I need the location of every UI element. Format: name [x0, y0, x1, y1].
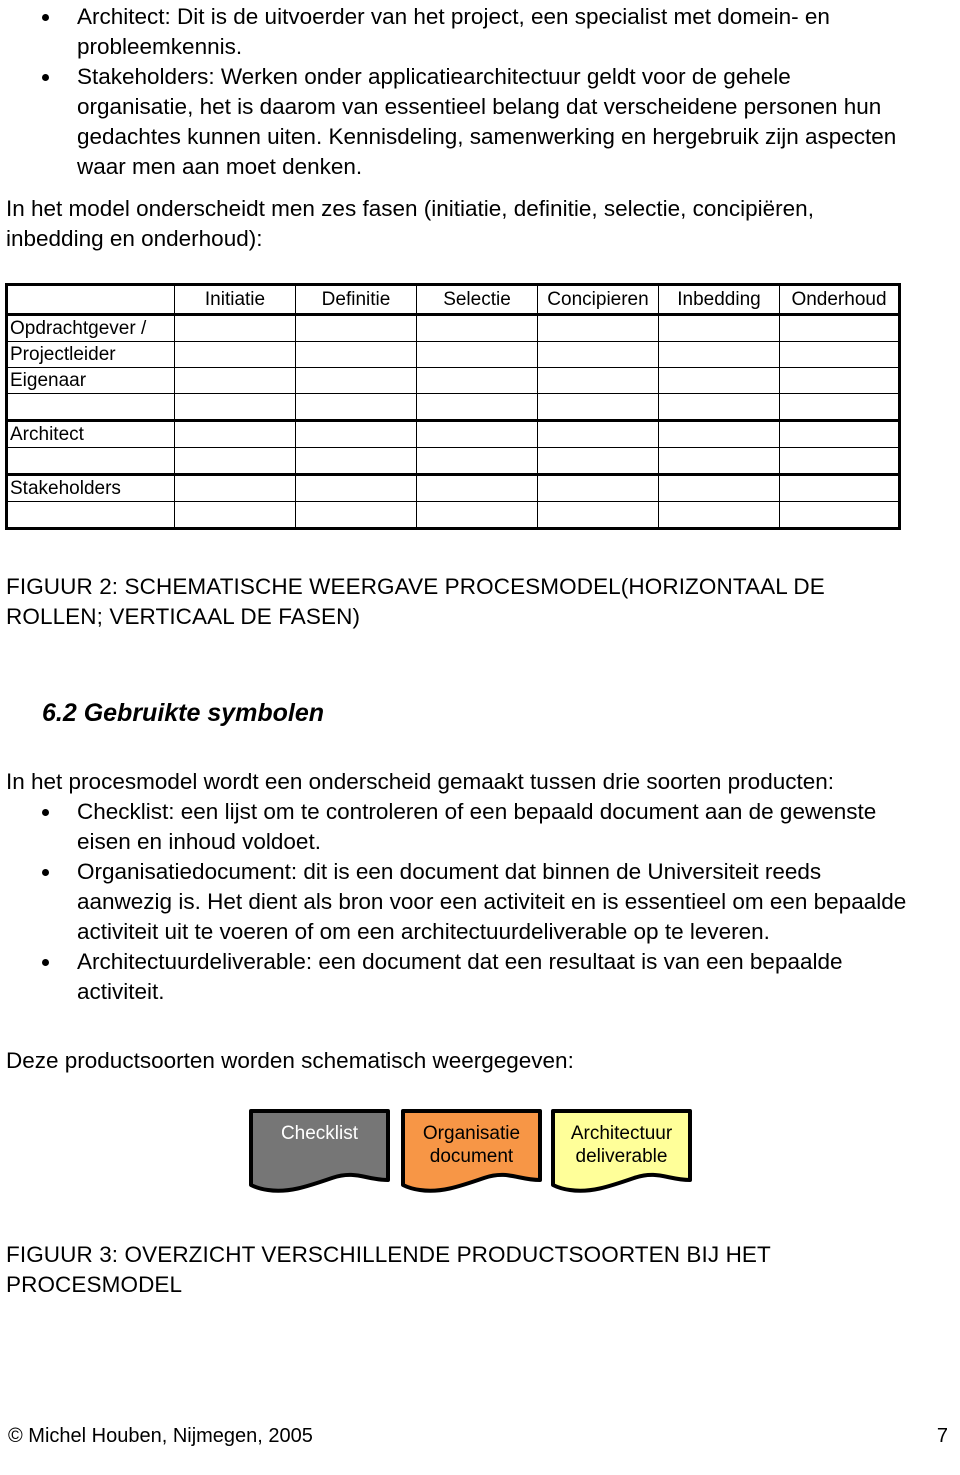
table-cell: [416, 367, 538, 394]
table-cell: [174, 420, 296, 448]
table-cell: [658, 314, 780, 342]
table-row: Eigenaar: [5, 367, 901, 394]
table-cell: [537, 447, 659, 476]
table-cell: [416, 474, 538, 502]
table-cell: [174, 314, 296, 342]
table-cell: [537, 367, 659, 394]
table-column-header: Definitie: [295, 283, 417, 316]
table-row: [5, 447, 901, 476]
document-shape-icon: [249, 1109, 390, 1193]
list-item: Architectuurdeliverable: een document da…: [32, 947, 922, 1007]
table-row-label: Stakeholders: [5, 474, 175, 502]
table-cell: [658, 341, 780, 368]
table-cell: [295, 367, 417, 394]
table-row-label: [5, 393, 175, 422]
table-cell: [416, 447, 538, 476]
table-column-header: Selectie: [416, 283, 538, 316]
roles-bullet-list: Architect: Dit is de uitvoerder van het …: [32, 2, 912, 182]
table-cell: [779, 447, 901, 476]
table-cell: [174, 474, 296, 502]
table-header-row: Initiatie Definitie Selectie Concipieren Inb…: [5, 283, 901, 316]
table-cell: [779, 367, 901, 394]
table-cell: [779, 393, 901, 422]
table-row: [5, 393, 901, 422]
list-item: Stakeholders: Werken onder applicatiearc…: [32, 62, 912, 182]
table-row: [5, 501, 901, 530]
table-cell: [295, 474, 417, 502]
table-cell: [174, 341, 296, 368]
symbol-checklist: Checklist: [248, 1108, 391, 1196]
table-row-label: [5, 447, 175, 476]
symbol-organisatiedocument: Organisatie document: [400, 1108, 543, 1196]
figure-2-caption: FIGUUR 2: SCHEMATISCHE WEERGAVE PROCESMO…: [6, 574, 825, 629]
table-row-label: Eigenaar: [5, 367, 175, 394]
list-item: Architect: Dit is de uitvoerder van het …: [32, 2, 912, 62]
table-cell: [537, 420, 659, 448]
list-item: Organisatiedocument: dit is een document…: [32, 857, 922, 947]
table-cell: [779, 341, 901, 368]
table-cell: [779, 420, 901, 448]
table-corner-cell: [5, 283, 175, 316]
table-row: Architect: [5, 420, 901, 448]
table-cell: [658, 447, 780, 476]
table-row: Stakeholders: [5, 474, 901, 502]
symbol-architectuurdeliverable: Architectuur deliverable: [550, 1108, 693, 1196]
table-cell: [174, 393, 296, 422]
table-cell: [779, 474, 901, 502]
table-cell: [174, 447, 296, 476]
table-cell: [658, 420, 780, 448]
table-column-header: Initiatie: [174, 283, 296, 316]
table-cell: [779, 501, 901, 530]
table-cell: [658, 393, 780, 422]
table-cell: [416, 393, 538, 422]
process-model-table: Initiatie Definitie Selectie Concipieren Inb…: [5, 283, 901, 530]
table-cell: [295, 501, 417, 530]
table-cell: [416, 501, 538, 530]
table-cell: [416, 314, 538, 342]
section-heading-6-2: 6.2 Gebruikte symbolen: [42, 699, 325, 727]
table-column-header: Inbedding: [658, 283, 780, 316]
table-cell: [295, 420, 417, 448]
table-row-label: Opdrachtgever /: [5, 314, 175, 342]
footer-copyright: © Michel Houben, Nijmegen, 2005: [8, 1425, 313, 1447]
table-cell: [658, 474, 780, 502]
section-intro-paragraph: In het procesmodel wordt een onderscheid…: [6, 769, 834, 794]
list-item: Checklist: een lijst om te controleren o…: [32, 797, 922, 857]
table-column-header: Onderhoud: [779, 283, 901, 316]
table-cell: [779, 314, 901, 342]
table-row-label: Projectleider: [5, 341, 175, 368]
product-types-bullet-list: Checklist: een lijst om te controleren o…: [32, 797, 922, 1007]
table-row: Projectleider: [5, 341, 901, 368]
table-cell: [295, 341, 417, 368]
intro-paragraph: In het model onderscheidt men zes fasen …: [6, 196, 814, 251]
table-row: Opdrachtgever /: [5, 314, 901, 342]
figure-3-caption: FIGUUR 3: OVERZICHT VERSCHILLENDE PRODUC…: [6, 1242, 771, 1297]
document-page: Architect: Dit is de uitvoerder van het …: [0, 0, 960, 1475]
table-cell: [537, 474, 659, 502]
table-cell: [537, 341, 659, 368]
section-closing-paragraph: Deze productsoorten worden schematisch w…: [6, 1048, 574, 1073]
table-cell: [295, 393, 417, 422]
document-shape-icon: [551, 1109, 692, 1193]
product-symbols-figure: Checklist Organisatie document Architect…: [248, 1108, 708, 1203]
table-cell: [537, 314, 659, 342]
table-cell: [416, 341, 538, 368]
table-cell: [174, 501, 296, 530]
table-cell: [295, 447, 417, 476]
table-row-label: [5, 501, 175, 530]
table-cell: [174, 367, 296, 394]
table-cell: [658, 501, 780, 530]
table-row-label: Architect: [5, 420, 175, 448]
footer-page-number: 7: [936, 1425, 948, 1447]
table-cell: [658, 367, 780, 394]
document-shape-icon: [401, 1109, 542, 1193]
table-cell: [537, 393, 659, 422]
table-column-header: Concipieren: [537, 283, 659, 316]
table-cell: [537, 501, 659, 530]
table-cell: [416, 420, 538, 448]
table-cell: [295, 314, 417, 342]
